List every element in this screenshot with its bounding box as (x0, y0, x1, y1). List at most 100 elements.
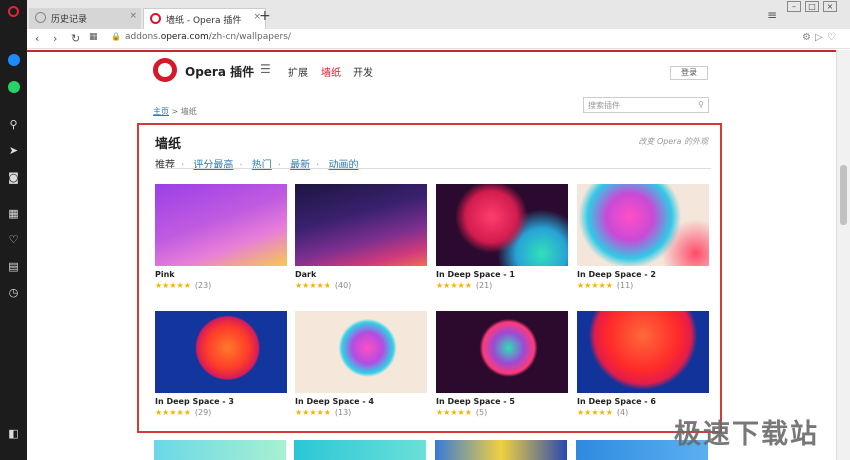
whatsapp-icon[interactable] (6, 81, 21, 96)
wallpaper-rating: ★★★★★ (21) (436, 281, 568, 290)
scrollbar-thumb[interactable] (840, 165, 847, 225)
wallpaper-thumbnail[interactable] (436, 311, 568, 393)
site-brand[interactable]: Opera 插件 (185, 63, 254, 80)
tab-menu-icon[interactable]: ≡ (767, 8, 777, 22)
url-prefix: addons. (125, 32, 161, 42)
close-window-button[interactable]: × (823, 1, 837, 12)
wallpaper-thumbnail[interactable] (155, 184, 287, 266)
search-icon[interactable]: ⚲ (698, 100, 704, 109)
wallpaper-thumbnail[interactable] (295, 184, 427, 266)
wallpaper-name[interactable]: In Deep Space - 3 (155, 397, 287, 406)
section-title: 墙纸 (155, 137, 182, 152)
nav-extensions[interactable]: 扩展 (288, 64, 308, 79)
heart-icon[interactable]: ♡ (6, 232, 21, 247)
sidebar-toggle-icon[interactable]: ◧ (6, 426, 21, 441)
wallpaper-card[interactable]: In Deep Space - 3 ★★★★★ (29) (155, 311, 287, 417)
minimize-button[interactable]: – (787, 1, 801, 12)
wallpaper-rating: ★★★★★ (23) (155, 281, 287, 290)
send-icon[interactable]: ➤ (6, 143, 21, 158)
wallpaper-thumbnail[interactable] (435, 440, 567, 460)
filter-newest[interactable]: 最新 (290, 160, 310, 171)
news-icon[interactable]: ▤ (6, 259, 21, 274)
rating-count: (4) (616, 408, 629, 417)
speed-dial-icon[interactable]: ▦ (6, 206, 21, 221)
wallpaper-card[interactable]: Pink ★★★★★ (23) (155, 184, 287, 290)
tab-label: 墙纸 - Opera 插件 (166, 16, 242, 26)
wallpaper-card[interactable]: In Deep Space - 5 ★★★★★ (5) (436, 311, 568, 417)
wallpapers-section: 墙纸 改变 Opera 的外观 推荐 · 评分最高 · 热门 · 最新 · 动画的 Pi… (137, 123, 722, 433)
browser-sidebar: ⚲ ➤ ◙ ▦ ♡ ▤ ◷ ◧ (0, 0, 27, 460)
wallpaper-thumbnail[interactable] (577, 184, 709, 266)
wallpaper-card[interactable]: Dark ★★★★★ (40) (295, 184, 427, 290)
rating-stars: ★★★★★ (295, 408, 331, 417)
wallpaper-card[interactable]: In Deep Space - 4 ★★★★★ (13) (295, 311, 427, 417)
rating-stars: ★★★★★ (155, 408, 191, 417)
tabs-grid-button[interactable]: ▦ (89, 32, 98, 42)
wallpaper-name[interactable]: Pink (155, 270, 287, 279)
breadcrumb-home[interactable]: 主页 (153, 107, 169, 116)
url-field[interactable]: addons.opera.com/zh-cn/wallpapers/ (125, 32, 291, 42)
filter-divider (155, 168, 711, 169)
wallpaper-thumbnail[interactable] (295, 311, 427, 393)
camera-icon[interactable]: ◙ (6, 170, 21, 185)
history-icon[interactable]: ◷ (6, 285, 21, 300)
opera-logo[interactable] (153, 58, 177, 82)
tab-label: 历史记录 (51, 15, 88, 25)
rating-stars: ★★★★★ (436, 408, 472, 417)
tab-bar: 历史记录 × 墙纸 - Opera 插件 × + ≡ – □ × (27, 0, 850, 29)
page-scrollbar[interactable] (836, 50, 850, 460)
filter-popular[interactable]: 热门 (252, 160, 272, 171)
history-icon (35, 12, 46, 23)
wallpaper-thumbnail[interactable] (577, 311, 709, 393)
search-input[interactable]: 搜索插件 ⚲ (583, 97, 709, 113)
filter-featured[interactable]: 推荐 (155, 160, 175, 171)
send-icon[interactable]: ▷ (815, 32, 823, 43)
page-content: Opera 插件 ☰ 扩展 墙纸 开发 登录 主页 > 墙纸 搜索插件 ⚲ 墙纸… (27, 50, 836, 460)
customize-link[interactable]: 改变 Opera 的外观 (638, 136, 708, 147)
url-domain: opera.com (160, 32, 209, 42)
wallpaper-name[interactable]: In Deep Space - 4 (295, 397, 427, 406)
nav-develop[interactable]: 开发 (353, 64, 373, 79)
wallpaper-name[interactable]: In Deep Space - 5 (436, 397, 568, 406)
maximize-button[interactable]: □ (805, 1, 819, 12)
wallpaper-thumbnail[interactable] (436, 184, 568, 266)
rating-count: (11) (616, 281, 634, 290)
messenger-icon[interactable] (6, 54, 21, 69)
back-button[interactable]: ‹ (35, 32, 39, 45)
wallpaper-card[interactable]: In Deep Space - 6 ★★★★★ (4) (577, 311, 709, 417)
close-icon[interactable]: × (129, 11, 137, 21)
login-button[interactable]: 登录 (670, 66, 708, 80)
wallpaper-name[interactable]: Dark (295, 270, 427, 279)
reload-button[interactable]: ↻ (71, 32, 80, 45)
tab-wallpapers[interactable]: 墙纸 - Opera 插件 × (143, 8, 266, 29)
rating-stars: ★★★★★ (155, 281, 191, 290)
heart-icon[interactable]: ♡ (827, 32, 836, 43)
search-placeholder: 搜索插件 (588, 101, 620, 110)
url-path: /zh-cn/wallpapers/ (208, 32, 291, 42)
filter-animated[interactable]: 动画的 (329, 160, 359, 171)
lock-icon: 🔒 (111, 32, 121, 41)
opera-menu-icon[interactable] (6, 6, 21, 21)
rating-stars: ★★★★★ (436, 281, 472, 290)
search-icon[interactable]: ⚲ (6, 117, 21, 132)
forward-button[interactable]: › (53, 32, 57, 45)
rating-count: (5) (475, 408, 488, 417)
filter-top-rated[interactable]: 评分最高 (193, 160, 233, 171)
wallpaper-thumbnail[interactable] (155, 311, 287, 393)
wallpaper-thumbnail[interactable] (154, 440, 286, 460)
wallpaper-name[interactable]: In Deep Space - 6 (577, 397, 709, 406)
wallpaper-card[interactable]: In Deep Space - 2 ★★★★★ (11) (577, 184, 709, 290)
tab-history[interactable]: 历史记录 × (29, 8, 141, 29)
wallpaper-rating: ★★★★★ (13) (295, 408, 427, 417)
menu-icon[interactable]: ☰ (260, 62, 271, 76)
wallpaper-card[interactable]: In Deep Space - 1 ★★★★★ (21) (436, 184, 568, 290)
breadcrumb-current: 墙纸 (180, 107, 197, 116)
rating-count: (21) (475, 281, 493, 290)
nav-wallpapers[interactable]: 墙纸 (321, 64, 341, 79)
rating-stars: ★★★★★ (295, 281, 331, 290)
wallpaper-name[interactable]: In Deep Space - 2 (577, 270, 709, 279)
settings-icon[interactable]: ⚙ (802, 32, 811, 43)
new-tab-button[interactable]: + (259, 8, 271, 24)
wallpaper-thumbnail[interactable] (294, 440, 426, 460)
wallpaper-name[interactable]: In Deep Space - 1 (436, 270, 568, 279)
